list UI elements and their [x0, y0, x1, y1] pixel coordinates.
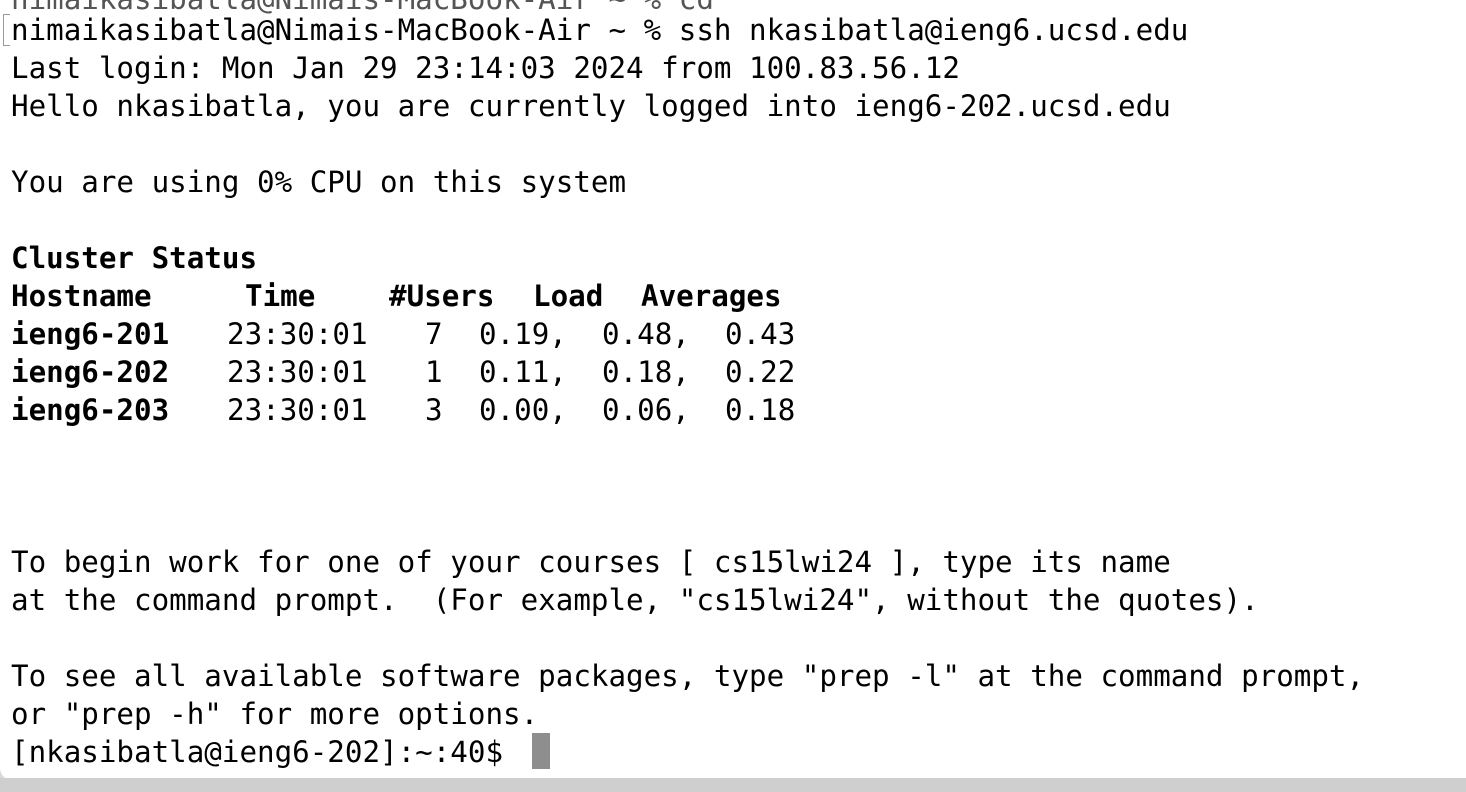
text-cursor [532, 733, 550, 769]
window-bottom-edge [0, 778, 1466, 792]
cluster-table-header: Hostname Time #Users Load Averages [11, 277, 811, 315]
row-time: 23:30:01 [227, 317, 368, 351]
row-time: 23:30:01 [227, 393, 368, 427]
prep-info-line-1: To see all available software packages, … [11, 659, 1365, 693]
header-time: Time [245, 279, 316, 313]
courses-info-line-2: at the command prompt. (For example, "cs… [11, 583, 1259, 617]
shell-prompt[interactable]: [nkasibatla@ieng6-202]:~:40$ [11, 733, 521, 771]
terminal-window[interactable]: nimaikasibatla@Nimais-MacBook-Air ~ % cd… [0, 0, 1466, 780]
header-load: Load [533, 279, 604, 313]
header-averages: Averages [641, 279, 782, 313]
header-hostname: Hostname [11, 279, 152, 313]
cluster-status-title: Cluster Status [11, 241, 258, 275]
row-load-averages: 0.00, 0.06, 0.18 [479, 393, 796, 427]
table-row: ieng6-202 23:30:01 1 0.11, 0.18, 0.22 [11, 353, 811, 391]
row-users: 1 [425, 355, 443, 389]
row-load-averages: 0.11, 0.18, 0.22 [479, 355, 796, 389]
last-login-line: Last login: Mon Jan 29 23:14:03 2024 fro… [11, 51, 960, 85]
row-hostname: ieng6-202 [11, 355, 170, 389]
row-hostname: ieng6-201 [11, 317, 170, 351]
row-time: 23:30:01 [227, 355, 368, 389]
cpu-usage-line: You are using 0% CPU on this system [11, 165, 627, 199]
courses-info-line-1: To begin work for one of your courses [ … [11, 545, 1171, 579]
hello-line: Hello nkasibatla, you are currently logg… [11, 89, 1171, 123]
row-load-averages: 0.19, 0.48, 0.43 [479, 317, 796, 351]
table-row: ieng6-203 23:30:01 3 0.00, 0.06, 0.18 [11, 391, 811, 429]
mark-bracket [3, 14, 10, 46]
row-hostname: ieng6-203 [11, 393, 170, 427]
prep-info-line-2: or "prep -h" for more options. [11, 697, 539, 731]
header-users: #Users [389, 279, 495, 313]
row-users: 7 [425, 317, 443, 351]
table-row: ieng6-201 23:30:01 7 0.19, 0.48, 0.43 [11, 315, 811, 353]
ssh-command-line: nimaikasibatla@Nimais-MacBook-Air ~ % ss… [11, 13, 1189, 47]
row-users: 3 [425, 393, 443, 427]
